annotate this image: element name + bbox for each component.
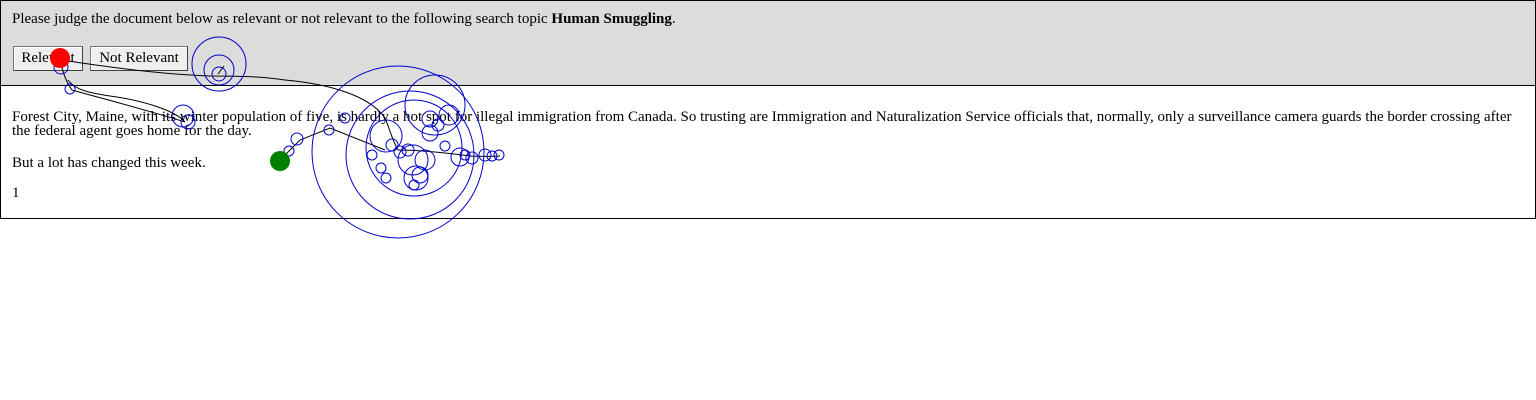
search-topic: Human Smuggling bbox=[551, 11, 672, 27]
document-paragraph: But a lot has changed this week. bbox=[12, 155, 206, 171]
relevant-button[interactable]: Relevant bbox=[13, 46, 83, 71]
document-panel: Forest City, Maine, with its winter popu… bbox=[0, 85, 1536, 219]
prompt-period: . bbox=[671, 11, 676, 27]
prompt-text: Please judge the document below as relev… bbox=[12, 11, 552, 27]
task-prompt: Please judge the document below as relev… bbox=[12, 10, 676, 28]
judgment-header: Please judge the document below as relev… bbox=[0, 0, 1536, 86]
document-paragraph: Forest City, Maine, with its winter popu… bbox=[12, 109, 1512, 139]
not-relevant-button[interactable]: Not Relevant bbox=[90, 46, 188, 71]
document-body: Forest City, Maine, with its winter popu… bbox=[12, 110, 1527, 214]
judgment-page: Please judge the document below as relev… bbox=[0, 0, 1536, 400]
page-number: 1 bbox=[12, 185, 20, 201]
